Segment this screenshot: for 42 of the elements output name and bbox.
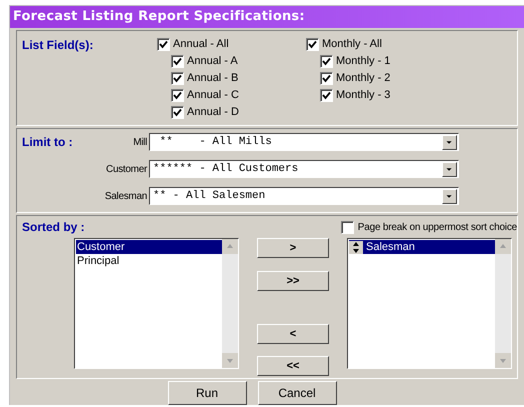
checkbox[interactable] — [320, 72, 333, 85]
checkbox-label: Monthly - All — [322, 37, 382, 52]
checkbox-label: Monthly - 1 — [336, 54, 390, 70]
list-item[interactable]: Salesman — [349, 240, 495, 254]
window-title: Forecast Listing Report Specifications: — [10, 6, 524, 28]
dropdown-field[interactable]: ** - All Mills — [149, 133, 459, 151]
list-item[interactable]: Customer — [76, 240, 222, 254]
field-label: Customer — [105, 162, 147, 176]
checkbox-label: Annual - All — [173, 37, 229, 52]
drag-handle-icon[interactable] — [349, 240, 363, 254]
checkbox[interactable] — [171, 106, 184, 119]
field-label: Salesman — [104, 190, 147, 204]
list-item[interactable]: Principal — [76, 254, 222, 268]
move-button[interactable]: << — [257, 356, 329, 376]
checkbox[interactable] — [171, 89, 184, 102]
dropdown-field[interactable]: ****** - All Customers — [149, 160, 459, 178]
move-button[interactable]: < — [257, 324, 329, 344]
checkbox[interactable] — [157, 38, 170, 51]
move-button[interactable]: > — [257, 238, 329, 258]
dialog-button[interactable]: Cancel — [258, 381, 336, 405]
checkbox[interactable] — [306, 38, 319, 51]
section-label: List Field(s): — [21, 37, 94, 54]
section-label: Sorted by : — [21, 219, 85, 236]
dropdown-field[interactable]: ** - All Salesmen — [149, 187, 459, 205]
checkbox-label: Monthly - 3 — [336, 88, 390, 104]
checkbox[interactable] — [320, 89, 333, 102]
checkbox[interactable] — [171, 72, 184, 85]
checkbox-label: Monthly - 2 — [336, 71, 390, 86]
list-box[interactable]: Customer Principal — [74, 238, 239, 369]
section-label: Limit to : — [21, 134, 74, 151]
checkbox-label: Annual - C — [187, 88, 239, 104]
checkbox-label: Annual - B — [187, 71, 238, 86]
checkbox-label: Annual - A — [187, 54, 238, 70]
checkbox-label: Page break on uppermost sort choice — [358, 220, 517, 234]
field-label: Mill — [132, 136, 147, 150]
checkbox[interactable] — [320, 55, 333, 68]
checkbox[interactable] — [340, 220, 354, 234]
move-button[interactable]: >> — [257, 271, 329, 291]
list-box[interactable]: Salesman — [347, 238, 512, 369]
dialog-button[interactable]: Run — [168, 381, 246, 405]
checkbox-label: Annual - D — [187, 105, 239, 120]
checkbox[interactable] — [171, 55, 184, 68]
